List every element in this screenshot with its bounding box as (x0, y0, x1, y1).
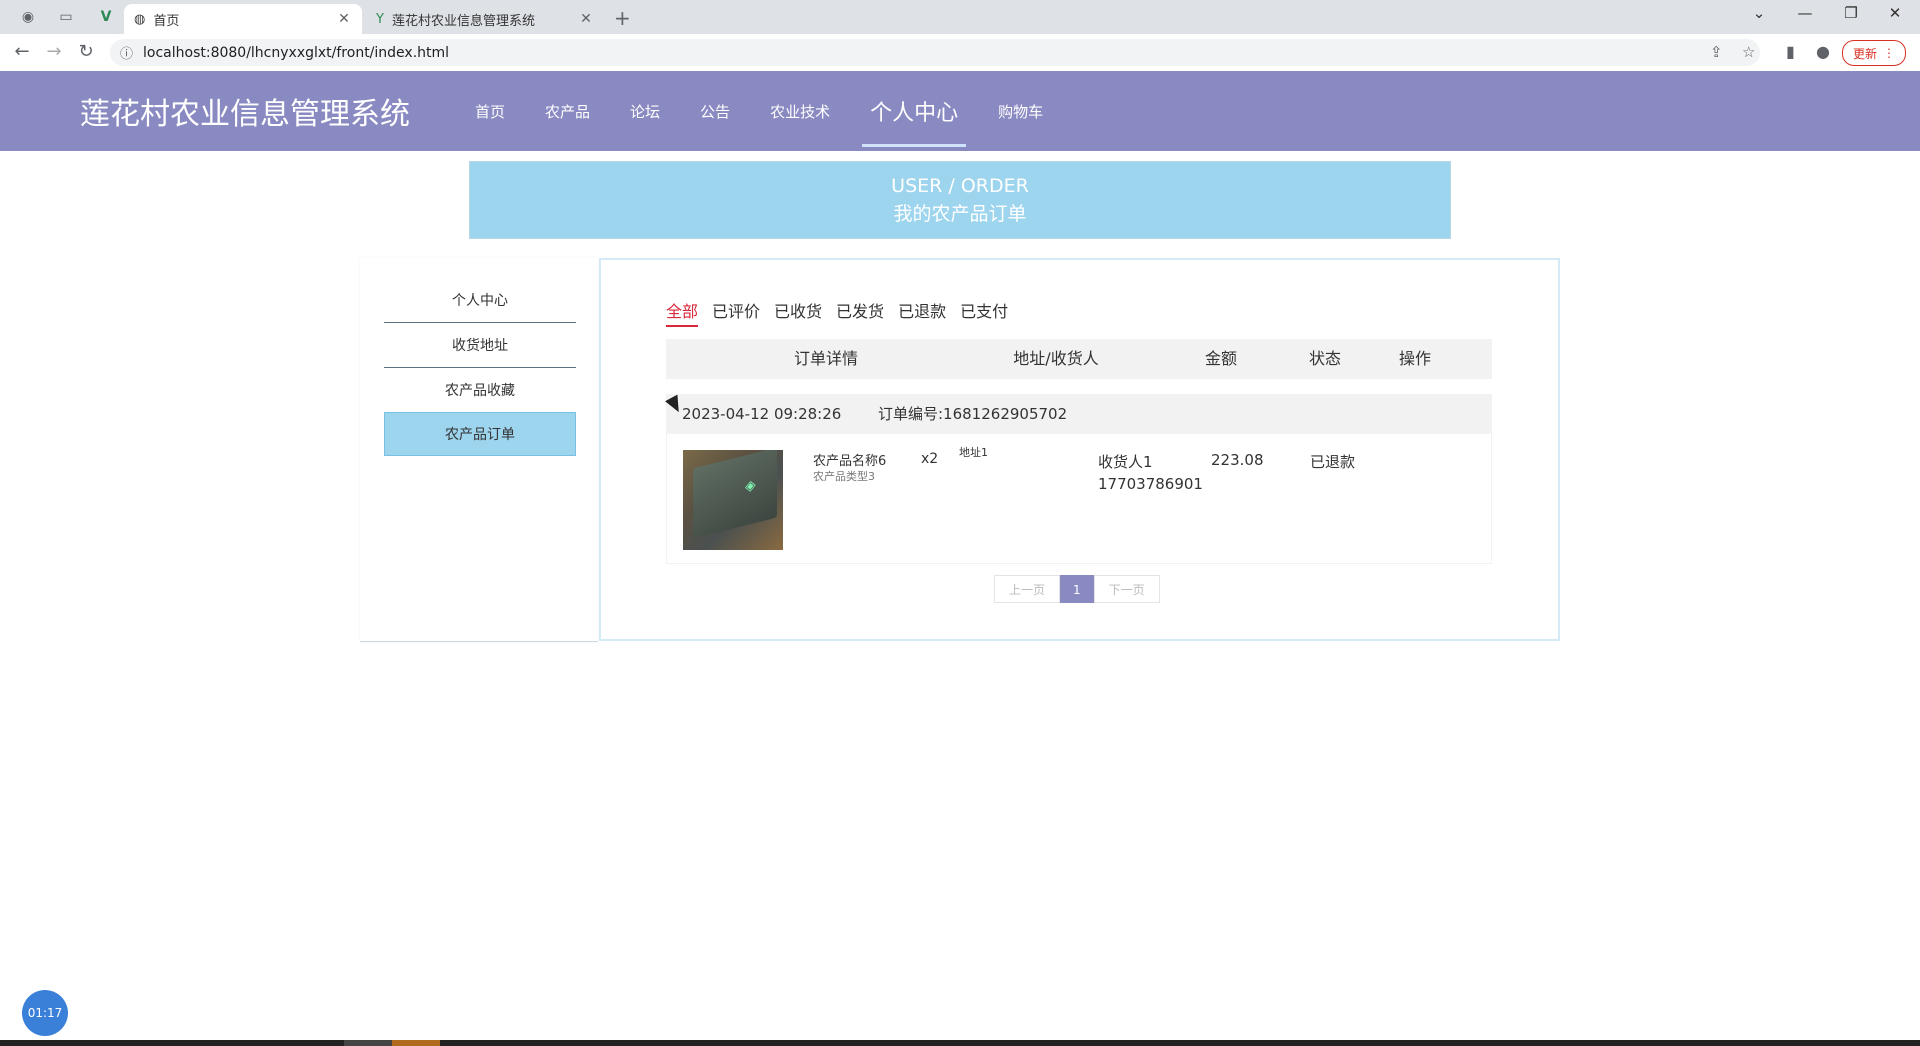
order-status: 已退款 (1310, 453, 1356, 471)
browser-tab-bar: ◉ ▭ V ◍ 首页 ✕ Y 莲花村农业信息管理系统 ✕ + ⌄ — ❐ ✕ (0, 0, 1920, 34)
menu-dots-icon: ⋮ (1883, 46, 1896, 60)
col-status: 状态 (1308, 349, 1341, 368)
nav-tech[interactable]: 农业技术 (770, 71, 830, 151)
col-actions: 操作 (1398, 349, 1431, 368)
recording-timer[interactable]: 01:17 (22, 990, 68, 1036)
forward-icon[interactable]: → (42, 41, 66, 62)
page-banner: USER / ORDER 我的农产品订单 (469, 161, 1451, 239)
reload-icon[interactable]: ↻ (74, 41, 98, 62)
address-bar[interactable]: ⓘ localhost:8080/lhcnyxxglxt/front/index… (110, 39, 1760, 66)
product-image[interactable]: ◈ (683, 450, 783, 550)
site-title: 莲花村农业信息管理系统 (80, 97, 410, 132)
banner-title: 我的农产品订单 (893, 203, 1027, 225)
filter-shipped[interactable]: 已发货 (836, 298, 884, 327)
page-1-button[interactable]: 1 (1060, 575, 1094, 603)
main-nav: 首页 农产品 论坛 公告 农业技术 个人中心 购物车 (475, 71, 1083, 151)
vue-tab-icon[interactable]: V (92, 6, 120, 28)
new-tab-button[interactable]: + (614, 6, 631, 30)
tab-search-icon[interactable]: ⌄ (1744, 4, 1774, 22)
minimize-button[interactable]: — (1790, 4, 1820, 22)
order-address: 地址1 (959, 446, 988, 459)
close-icon[interactable]: ✕ (334, 11, 354, 27)
nav-notice[interactable]: 公告 (700, 71, 730, 151)
back-icon[interactable]: ← (10, 41, 34, 62)
tab-title: 首页 (153, 13, 180, 29)
profile-icon[interactable]: ● (1816, 42, 1830, 61)
taskbar-segment-active (392, 1040, 440, 1046)
sidebar-item-user-center[interactable]: 个人中心 (384, 278, 576, 323)
filter-paid[interactable]: 已支付 (960, 298, 1008, 327)
nav-products[interactable]: 农产品 (545, 71, 590, 151)
site-header: 莲花村农业信息管理系统 首页 农产品 论坛 公告 农业技术 个人中心 购物车 (0, 71, 1920, 151)
filter-reviewed[interactable]: 已评价 (712, 298, 760, 327)
taskbar-strip (0, 1040, 1920, 1046)
order-filter-tabs: 全部 已评价 已收货 已发货 已退款 已支付 (666, 298, 1008, 327)
nav-user-center[interactable]: 个人中心 (862, 71, 967, 151)
share-icon[interactable]: ⇪ (1710, 43, 1723, 61)
side-panel-icon[interactable]: ▮ (1786, 42, 1795, 61)
filter-all[interactable]: 全部 (666, 298, 699, 327)
star-icon[interactable]: ☆ (1742, 43, 1755, 61)
update-button[interactable]: 更新 ⋮ (1842, 40, 1907, 66)
prev-page-button[interactable]: 上一页 (994, 575, 1061, 603)
sidebar: 个人中心 收货地址 农产品收藏 农产品订单 (360, 258, 598, 642)
sidebar-item-favorites[interactable]: 农产品收藏 (384, 368, 576, 412)
filter-refunded[interactable]: 已退款 (898, 298, 946, 327)
rog-logo-icon: ◈ (745, 476, 756, 496)
receiver-phone: 17703786901 (1098, 475, 1203, 493)
taskbar-segment (344, 1040, 392, 1046)
restore-button[interactable]: ❐ (1836, 4, 1866, 22)
browser-toolbar: ← → ↻ ⓘ localhost:8080/lhcnyxxglxt/front… (0, 34, 1920, 72)
order-header-row: 2023-04-12 09:28:26 订单编号:1681262905702 (666, 394, 1492, 434)
col-address: 地址/收货人 (1013, 349, 1099, 368)
product-name[interactable]: 农产品名称6 (813, 450, 886, 469)
globe-icon: ◍ (134, 11, 146, 27)
tab-favicon-icon[interactable]: ◉ (14, 6, 42, 28)
nav-forum[interactable]: 论坛 (630, 71, 660, 151)
order-time: 2023-04-12 09:28:26 (682, 405, 842, 423)
window-close-button[interactable]: ✕ (1880, 4, 1910, 22)
order-item-row: ◈ 农产品名称6 农产品类型3 x2 地址1 收货人1 17703786901 … (666, 434, 1492, 564)
close-icon[interactable]: ✕ (576, 11, 596, 27)
sidebar-item-address[interactable]: 收货地址 (384, 323, 576, 368)
product-quantity: x2 (921, 451, 939, 467)
receiver-name: 收货人1 (1098, 453, 1153, 471)
product-type: 农产品类型3 (813, 470, 875, 483)
site-favicon-icon: Y (376, 11, 384, 27)
pagination: 上一页 1 下一页 (994, 575, 1160, 603)
nav-home[interactable]: 首页 (475, 71, 505, 151)
col-amount: 金额 (1204, 349, 1237, 368)
nav-cart[interactable]: 购物车 (998, 71, 1043, 151)
url-text[interactable]: localhost:8080/lhcnyxxglxt/front/index.h… (143, 45, 449, 61)
laptop-shape (693, 450, 777, 539)
info-icon[interactable]: ⓘ (120, 43, 133, 62)
order-amount: 223.08 (1211, 451, 1264, 469)
tab-blank-icon[interactable]: ▭ (52, 6, 80, 28)
tab-title: 莲花村农业信息管理系统 (391, 13, 535, 29)
banner-subtitle: USER / ORDER (891, 175, 1029, 197)
table-header: 订单详情 地址/收货人 金额 状态 操作 (666, 339, 1492, 379)
update-label: 更新 (1853, 46, 1878, 61)
col-order-details: 订单详情 (793, 349, 858, 368)
order-number: 订单编号:1681262905702 (878, 405, 1068, 423)
tab-system[interactable]: Y 莲花村农业信息管理系统 ✕ (366, 4, 604, 34)
next-page-button[interactable]: 下一页 (1093, 575, 1160, 603)
tab-home[interactable]: ◍ 首页 ✕ (124, 4, 362, 34)
sidebar-item-orders[interactable]: 农产品订单 (384, 412, 576, 456)
filter-received[interactable]: 已收货 (774, 298, 822, 327)
